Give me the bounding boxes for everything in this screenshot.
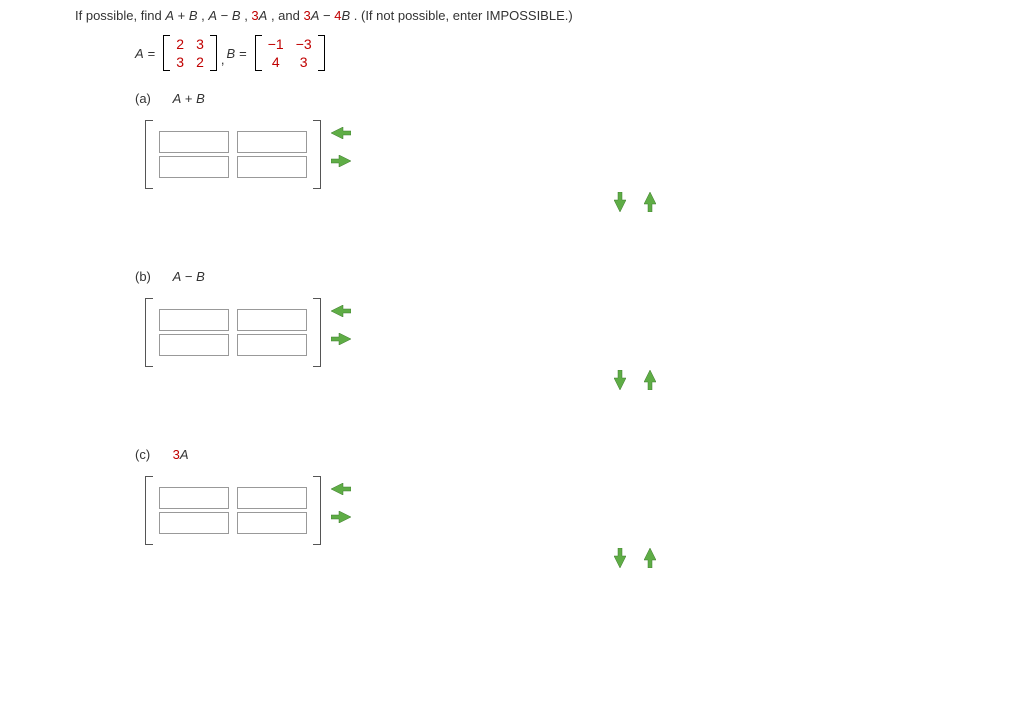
A-r1c2: 3 — [190, 35, 210, 53]
answer-c-r2c1[interactable] — [159, 512, 229, 534]
answer-a-r2c1[interactable] — [159, 156, 229, 178]
add-column-button[interactable] — [331, 510, 351, 524]
bracket-left-icon — [145, 298, 153, 367]
remove-column-button[interactable] — [331, 482, 351, 496]
answer-matrix-c — [145, 476, 321, 545]
q-e5: 3 — [251, 8, 258, 23]
part-b-label: (b) A − B — [135, 269, 1019, 284]
remove-row-button[interactable] — [640, 373, 660, 387]
eq-A: = — [148, 46, 156, 61]
B-r2c2: 3 — [290, 53, 318, 71]
q-e4: B — [232, 8, 241, 23]
comma: , — [221, 52, 225, 71]
q-e1: A — [165, 8, 174, 23]
answer-a-r1c2[interactable] — [237, 131, 307, 153]
part-b-op: − — [181, 269, 196, 284]
part-c: (c) 3A — [135, 447, 1019, 565]
q-e10: B — [341, 8, 350, 23]
q-prefix: If possible, find — [75, 8, 165, 23]
answer-c-r1c1[interactable] — [159, 487, 229, 509]
add-column-button[interactable] — [331, 154, 351, 168]
answer-a-r2c2[interactable] — [237, 156, 307, 178]
bracket-right-icon — [313, 120, 321, 189]
part-c-label: (c) 3A — [135, 447, 1019, 462]
answer-matrix-a — [145, 120, 321, 189]
B-r1c2: −3 — [290, 35, 318, 53]
A-r2c1: 3 — [170, 53, 190, 71]
remove-row-button[interactable] — [640, 551, 660, 565]
part-a-letter: (a) — [135, 91, 169, 106]
eq-B: = — [239, 46, 247, 61]
answer-a-r1c1[interactable] — [159, 131, 229, 153]
part-a-expr-r: B — [196, 91, 205, 106]
part-c-coef: 3 — [173, 447, 180, 462]
add-row-button[interactable] — [610, 373, 630, 387]
answer-b-r1c1[interactable] — [159, 309, 229, 331]
answer-b-r1c2[interactable] — [237, 309, 307, 331]
q-e3: A — [208, 8, 217, 23]
part-b: (b) A − B — [135, 269, 1019, 387]
remove-column-button[interactable] — [331, 304, 351, 318]
answer-c-r2c2[interactable] — [237, 512, 307, 534]
answer-c-r1c2[interactable] — [237, 487, 307, 509]
matrix-B: −1−3 43 — [255, 35, 325, 71]
bracket-left-icon — [145, 120, 153, 189]
add-row-button[interactable] — [610, 551, 630, 565]
q-e8: A — [311, 8, 320, 23]
matrix-A: 23 32 — [163, 35, 217, 71]
bracket-right-icon — [313, 298, 321, 367]
question-text: If possible, find A + B , A − B , 3A , a… — [75, 8, 1019, 23]
part-b-expr-r: B — [196, 269, 205, 284]
part-b-letter: (b) — [135, 269, 169, 284]
q-minus: − — [221, 8, 232, 23]
part-a-op: + — [181, 91, 196, 106]
part-a-label: (a) A + B — [135, 91, 1019, 106]
q-suffix: . (If not possible, enter IMPOSSIBLE.) — [354, 8, 573, 23]
answer-b-r2c1[interactable] — [159, 334, 229, 356]
label-B: B — [226, 46, 235, 61]
bracket-right-icon — [313, 476, 321, 545]
part-a: (a) A + B — [135, 91, 1019, 209]
part-c-expr: A — [180, 447, 189, 462]
A-r2c2: 2 — [190, 53, 210, 71]
A-r1c1: 2 — [170, 35, 190, 53]
label-A: A — [135, 46, 144, 61]
q-e7: 3 — [303, 8, 310, 23]
B-r2c1: 4 — [262, 53, 290, 71]
add-column-button[interactable] — [331, 332, 351, 346]
q-plus: + — [178, 8, 189, 23]
q-e2: B — [189, 8, 198, 23]
remove-row-button[interactable] — [640, 195, 660, 209]
B-r1c1: −1 — [262, 35, 290, 53]
answer-b-r2c2[interactable] — [237, 334, 307, 356]
part-b-expr-l: A — [173, 269, 182, 284]
q-c3: , and — [271, 8, 304, 23]
answer-matrix-b — [145, 298, 321, 367]
part-a-expr-l: A — [173, 91, 182, 106]
add-row-button[interactable] — [610, 195, 630, 209]
q-e6: A — [259, 8, 268, 23]
bracket-left-icon — [145, 476, 153, 545]
remove-column-button[interactable] — [331, 126, 351, 140]
part-c-letter: (c) — [135, 447, 169, 462]
q-minus2: − — [323, 8, 334, 23]
matrix-definitions: A = 23 32 , B = −1−3 43 — [135, 35, 1019, 71]
